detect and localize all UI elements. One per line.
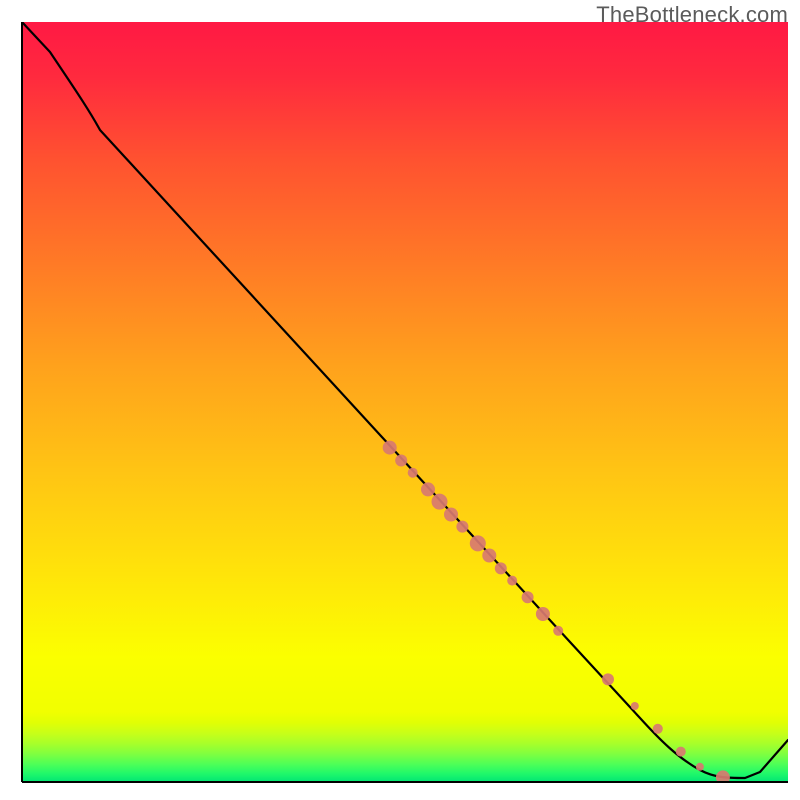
data-point <box>553 626 563 636</box>
data-point <box>676 747 686 757</box>
data-point <box>456 521 468 533</box>
data-point <box>383 441 397 455</box>
gradient-upper <box>22 22 788 712</box>
frame-bottom <box>0 782 800 800</box>
data-point <box>631 702 639 710</box>
bottleneck-chart <box>0 0 800 800</box>
data-point <box>495 562 507 574</box>
data-point <box>536 607 550 621</box>
data-point <box>395 455 407 467</box>
gradient-lower <box>22 712 788 782</box>
data-point <box>408 468 418 478</box>
frame-left <box>0 0 22 800</box>
data-point <box>696 763 704 771</box>
data-point <box>421 482 435 496</box>
frame-right <box>788 0 800 800</box>
data-point <box>482 549 496 563</box>
chart-container: TheBottleneck.com <box>0 0 800 800</box>
data-point <box>522 591 534 603</box>
plot-area <box>22 22 788 782</box>
data-point <box>507 576 517 586</box>
watermark-text: TheBottleneck.com <box>596 2 788 28</box>
data-point <box>653 724 663 734</box>
data-point <box>470 535 486 551</box>
data-point <box>444 508 458 522</box>
data-point <box>432 494 448 510</box>
data-point <box>602 673 614 685</box>
